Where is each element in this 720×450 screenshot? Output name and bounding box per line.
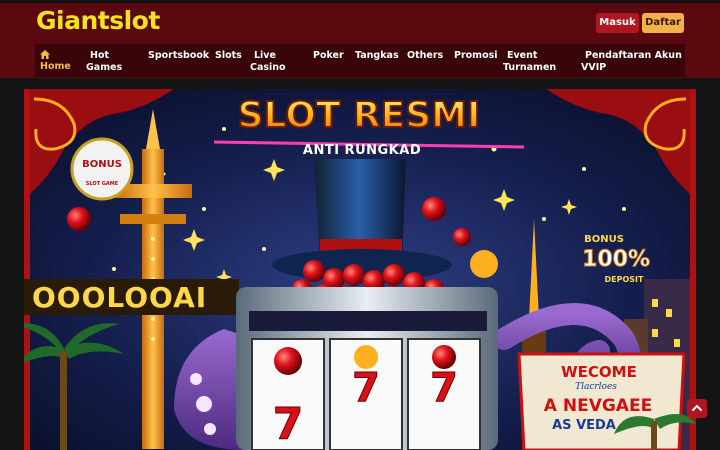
nav-item-label: Hot — [90, 50, 110, 61]
bonus-badge-title: BONUS — [82, 159, 122, 170]
nav-item-sportsbook[interactable]: Sportsbook — [148, 50, 209, 62]
site-logo[interactable]: Giantslot — [36, 6, 160, 35]
nav-item-label: Slots — [215, 50, 242, 61]
sign-line-2: Tlacrloes — [575, 382, 617, 392]
bonus-badge-caption: SLOT GAME — [86, 181, 119, 187]
nav-item-others[interactable]: Others — [407, 50, 443, 62]
login-button[interactable]: Masuk — [596, 13, 639, 33]
marquee-sign: OOOLOOAI — [32, 281, 207, 314]
banner-title: SLOT RESMI — [238, 95, 481, 136]
deposit-bonus-caption: DEPOSIT — [605, 275, 645, 284]
nav-item-event-turnamen[interactable]: Event Turnamen — [503, 50, 556, 74]
reel-symbol-2: 7 — [352, 365, 380, 411]
sign-line-4: AS VEDA — [552, 418, 616, 433]
nav-item-label: Promosi — [454, 50, 498, 61]
nav-item-vvip[interactable]: Pendaftaran Akun VVIP — [581, 50, 682, 74]
deposit-bonus-percent: 100% — [582, 247, 650, 272]
nav-item-label: Others — [407, 50, 444, 61]
nav-item-label: VVIP — [581, 62, 607, 73]
nav-item-promosi[interactable]: Promosi — [454, 50, 498, 62]
chevron-up-icon — [692, 404, 702, 411]
nav-item-slots[interactable]: Slots — [215, 50, 242, 62]
reel-symbol-1: 7 — [273, 399, 304, 450]
nav-item-label: Sportsbook — [148, 50, 210, 61]
nav-item-label: Home — [40, 61, 71, 72]
nav-item-label: Pendaftaran Akun — [585, 50, 682, 61]
nav-item-live-casino[interactable]: Live Casino — [250, 50, 286, 74]
promo-banner[interactable]: BONUS SLOT GAME OOOLOOAI BONUS 100% DEPO… — [24, 89, 696, 450]
deposit-bonus-title: BONUS — [584, 234, 624, 245]
register-button[interactable]: Daftar — [642, 13, 684, 33]
nav-item-label: Casino — [250, 62, 286, 73]
banner-subtitle: ANTI RUNGKAD — [303, 143, 421, 158]
reel-symbol-3: 7 — [430, 365, 458, 411]
banner-illustration: BONUS SLOT GAME OOOLOOAI BONUS 100% DEPO… — [24, 89, 696, 450]
nav-item-label: Poker — [313, 50, 344, 61]
main-nav: Home Hot Games Sportsbook Slots Live Cas… — [35, 44, 685, 77]
nav-item-poker[interactable]: Poker — [313, 50, 344, 62]
nav-item-hot-games[interactable]: Hot Games — [86, 50, 122, 74]
nav-item-label: Turnamen — [503, 62, 557, 73]
home-icon — [40, 50, 50, 59]
nav-item-label: Live — [254, 50, 276, 61]
sign-line-3: A NEVGAEE — [544, 396, 652, 416]
nav-item-label: Tangkas — [355, 50, 399, 61]
scroll-top-button[interactable] — [687, 399, 707, 418]
nav-item-label: Event — [507, 50, 538, 61]
nav-item-tangkas[interactable]: Tangkas — [355, 50, 399, 62]
nav-item-label: Games — [86, 62, 123, 73]
sign-welcome: WECOME — [561, 363, 637, 381]
